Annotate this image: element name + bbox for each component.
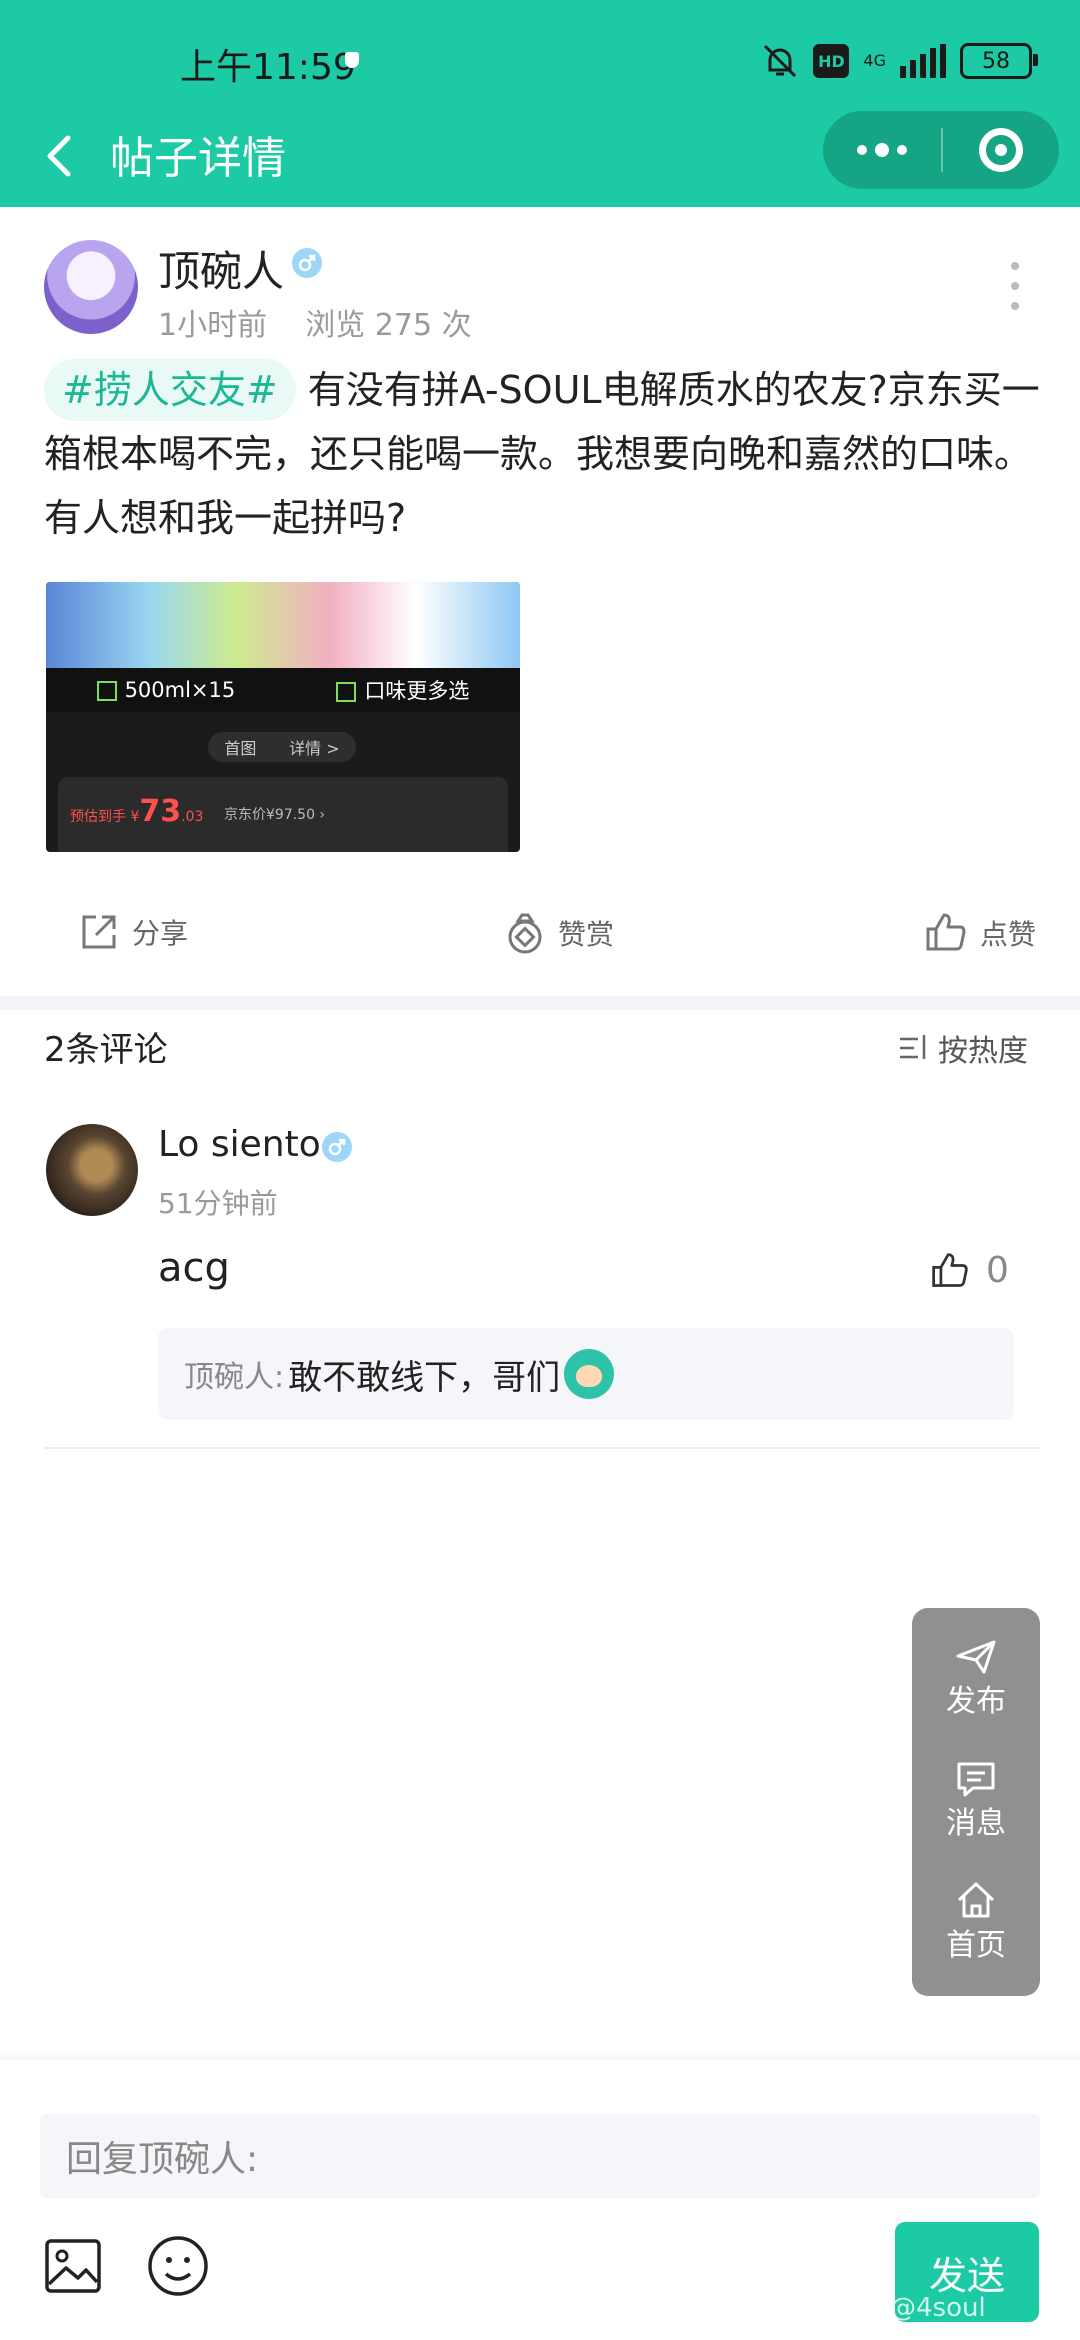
male-gender-icon	[322, 1132, 352, 1162]
original-price: 京东价¥97.50 ›	[224, 807, 326, 823]
image-tab-main: 首图	[224, 739, 257, 758]
publish-button[interactable]: 发布	[912, 1638, 1040, 1720]
comment-count: 2条评论	[44, 1030, 168, 1070]
author-avatar[interactable]	[44, 240, 138, 334]
sort-label: 按热度	[938, 1034, 1028, 1069]
image-tabs: 首图 详情 >	[208, 732, 356, 762]
navbar: 帖子详情	[0, 108, 1080, 208]
thumbs-up-icon	[926, 913, 966, 951]
image-icon[interactable]	[44, 2238, 102, 2294]
shield-icon	[345, 52, 359, 68]
comment-time: 51分钟前	[158, 1187, 278, 1220]
miniapp-capsule	[823, 111, 1059, 189]
home-button[interactable]: 首页	[912, 1880, 1040, 1964]
share-button[interactable]: 分享	[78, 911, 188, 953]
reply-input[interactable]: 回复顶碗人:	[40, 2114, 1040, 2198]
comment-text: acg	[158, 1245, 230, 1291]
publish-label: 发布	[946, 1684, 1006, 1719]
emoji-sticker-icon	[564, 1349, 615, 1399]
feature-flavors: 口味更多选	[336, 675, 469, 705]
reply-input-placeholder: 回复顶碗人:	[66, 2139, 259, 2180]
reply-text: 敢不敢线下，哥们	[288, 1357, 561, 1398]
back-arrow-icon[interactable]	[38, 126, 90, 186]
close-miniapp-button[interactable]	[943, 111, 1059, 189]
paper-plane-icon	[956, 1640, 996, 1674]
topic-tag[interactable]: #捞人交友#	[44, 359, 296, 421]
home-icon	[957, 1882, 995, 1918]
check-icon	[336, 682, 357, 702]
signal-icon	[900, 44, 946, 78]
network-type: 4G	[863, 51, 886, 70]
status-icons: HD 4G 58	[761, 38, 1038, 84]
post-image[interactable]: 500ml×15 口味更多选 首图 详情 > 预估到手 ¥73.03 京东价¥9…	[46, 582, 520, 852]
post-actions: 分享 赞赏 点赞	[0, 895, 1080, 981]
emoji-icon[interactable]	[146, 2234, 210, 2298]
messages-label: 消息	[946, 1806, 1006, 1841]
author-name[interactable]: 顶碗人	[158, 238, 284, 299]
share-label: 分享	[132, 917, 189, 950]
price-cents: .03	[181, 809, 204, 825]
page-title: 帖子详情	[110, 133, 286, 184]
mute-bell-icon	[764, 44, 797, 78]
comment-like-count: 0	[986, 1250, 1009, 1291]
like-label: 点赞	[980, 918, 1037, 951]
thumbs-up-icon	[932, 1252, 968, 1287]
target-icon	[979, 128, 1023, 172]
product-banner	[46, 582, 520, 668]
commenter-name[interactable]: Lo siento	[158, 1124, 321, 1165]
status-bar: 上午11:59 HD 4G 58	[0, 0, 1080, 120]
share-icon	[82, 915, 116, 949]
post-meta: 1小时前 浏览 275 次	[158, 300, 472, 344]
product-features: 500ml×15 口味更多选	[46, 668, 520, 712]
sort-toggle[interactable]: 按热度	[898, 1026, 1028, 1070]
more-options-button[interactable]	[823, 111, 941, 189]
home-label: 首页	[946, 1928, 1006, 1963]
comment-like-button[interactable]: 0	[930, 1250, 1009, 1291]
post-views: 浏览 275 次	[305, 308, 472, 343]
message-icon	[957, 1762, 995, 1797]
feature-volume-text: 500ml×15	[124, 678, 236, 702]
check-icon	[96, 681, 117, 701]
battery-level: 58	[982, 48, 1010, 74]
reply-author: 顶碗人:	[184, 1360, 285, 1395]
floating-menu: 发布 消息 首页	[912, 1608, 1040, 1996]
price-estimate: 预估到手 ¥73.03	[70, 794, 203, 829]
commenter-avatar[interactable]	[46, 1124, 138, 1216]
comment-divider	[44, 1447, 1040, 1449]
messages-button[interactable]: 消息	[912, 1760, 1040, 1842]
feature-flavors-text: 口味更多选	[364, 679, 470, 703]
price-value: 73	[139, 794, 182, 829]
price-prefix: 预估到手 ¥	[70, 809, 140, 825]
feature-volume: 500ml×15	[96, 678, 236, 702]
sort-icon	[900, 1035, 926, 1059]
reward-label: 赞赏	[558, 918, 615, 951]
like-post-button[interactable]: 点赞	[924, 911, 1036, 955]
hd-icon: HD	[813, 44, 850, 78]
reward-button[interactable]: 赞赏	[504, 911, 614, 955]
header: 上午11:59 HD 4G 58 帖子详情	[0, 0, 1080, 207]
status-time: 上午11:59	[180, 47, 356, 88]
battery-icon: 58	[960, 43, 1038, 79]
money-bag-icon	[508, 913, 542, 954]
image-tab-detail: 详情 >	[289, 739, 340, 758]
male-gender-icon	[292, 248, 322, 278]
section-gap	[0, 996, 1080, 1010]
watermark: @4soul	[890, 2293, 986, 2323]
post-time: 1小时前	[158, 308, 268, 343]
reply-item[interactable]: 顶碗人: 敢不敢线下，哥们	[158, 1328, 1014, 1420]
post-body: #捞人交友# 有没有拼A-SOUL电解质水的农友?京东买一箱根本喝不完，还只能喝一…	[44, 358, 1044, 550]
post-more-icon[interactable]	[1008, 262, 1022, 310]
